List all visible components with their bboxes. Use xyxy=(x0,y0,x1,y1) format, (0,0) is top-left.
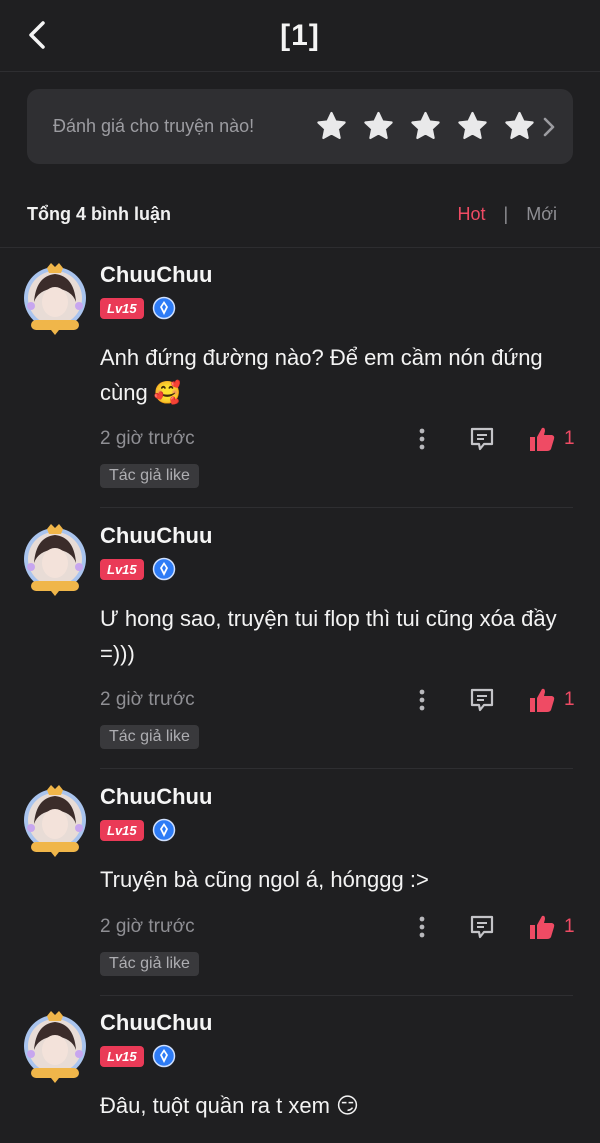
comment-meta: 2 giờ trước 1 xyxy=(100,912,580,942)
comment-text: Đâu, tuột quần ra t xem 😏 xyxy=(100,1093,359,1118)
username[interactable]: ChuuChuu xyxy=(100,784,212,810)
comment-time: 2 giờ trước xyxy=(100,428,195,449)
thumbs-up-icon xyxy=(530,688,555,712)
avatar[interactable] xyxy=(22,1010,88,1084)
comment-time: 2 giờ trước xyxy=(100,689,195,710)
comment-count: Tổng 4 bình luận xyxy=(27,203,171,224)
username[interactable]: ChuuChuu xyxy=(100,523,212,549)
author-liked-tag: Tác giả like xyxy=(100,464,199,488)
comment-text: Ư hong sao, truyện tui flop thì tui cũng… xyxy=(100,606,557,666)
comment-text: Anh đứng đường nào? Để em cầm nón đứng c… xyxy=(100,345,543,405)
comment-text: Truyện bà cũng ngol á, hónggg :> xyxy=(100,867,429,892)
comment-time: 2 giờ trước xyxy=(100,916,195,937)
like-count: 1 xyxy=(564,916,575,937)
thumbs-up-icon xyxy=(530,427,555,451)
reply-icon[interactable] xyxy=(468,687,496,713)
username[interactable]: ChuuChuu xyxy=(100,1010,212,1036)
diamond-badge-icon xyxy=(152,1044,175,1068)
avatar[interactable] xyxy=(22,784,88,858)
like-count: 1 xyxy=(564,428,575,449)
user-badges: Lv15 xyxy=(100,557,176,581)
sort-hot-tab[interactable]: Hot xyxy=(458,204,486,225)
divider xyxy=(100,507,573,508)
star-icon[interactable] xyxy=(409,110,442,143)
diamond-badge-icon xyxy=(152,557,175,581)
back-button[interactable] xyxy=(20,18,54,52)
divider xyxy=(0,247,600,248)
like-count: 1 xyxy=(564,689,575,710)
chevron-left-icon xyxy=(29,21,45,49)
user-badges: Lv15 xyxy=(100,1044,176,1068)
level-badge: Lv15 xyxy=(100,297,144,319)
rating-prompt: Đánh giá cho truyện nào! xyxy=(53,116,255,136)
more-options-icon[interactable] xyxy=(412,915,432,939)
author-liked-tag: Tác giả like xyxy=(100,952,199,976)
user-badges: Lv15 xyxy=(100,818,176,842)
diamond-badge-icon xyxy=(152,818,175,842)
comment-summary: Tổng 4 bình luận Hot | Mới xyxy=(27,196,573,232)
author-liked-tag: Tác giả like xyxy=(100,725,199,749)
sort-new-tab[interactable]: Mới xyxy=(526,204,557,225)
avatar[interactable] xyxy=(22,262,88,336)
more-options-icon[interactable] xyxy=(412,688,432,712)
star-icon[interactable] xyxy=(503,110,536,143)
top-bar: [1] xyxy=(0,0,600,72)
reply-icon[interactable] xyxy=(468,426,496,452)
chevron-right-icon[interactable] xyxy=(542,115,556,139)
divider xyxy=(100,768,573,769)
page-title: [1] xyxy=(280,18,320,52)
level-badge: Lv15 xyxy=(100,1045,144,1067)
reply-icon[interactable] xyxy=(468,914,496,940)
rating-stars xyxy=(315,110,550,143)
star-icon[interactable] xyxy=(315,110,348,143)
star-icon[interactable] xyxy=(362,110,395,143)
divider xyxy=(100,995,573,996)
diamond-badge-icon xyxy=(152,296,175,320)
username[interactable]: ChuuChuu xyxy=(100,262,212,288)
level-badge: Lv15 xyxy=(100,558,144,580)
thumbs-up-icon xyxy=(530,915,555,939)
sort-separator: | xyxy=(503,203,509,224)
like-button[interactable]: 1 xyxy=(528,686,575,714)
more-options-icon[interactable] xyxy=(412,427,432,451)
sort-tabs: Hot | Mới xyxy=(458,204,574,225)
level-badge: Lv15 xyxy=(100,819,144,841)
avatar[interactable] xyxy=(22,523,88,597)
comment-meta: 2 giờ trước 1 xyxy=(100,424,580,454)
like-button[interactable]: 1 xyxy=(528,425,575,453)
user-badges: Lv15 xyxy=(100,296,176,320)
star-icon[interactable] xyxy=(456,110,489,143)
comment-meta: 2 giờ trước 1 xyxy=(100,685,580,715)
like-button[interactable]: 1 xyxy=(528,913,575,941)
rating-card[interactable]: Đánh giá cho truyện nào! xyxy=(27,89,573,164)
